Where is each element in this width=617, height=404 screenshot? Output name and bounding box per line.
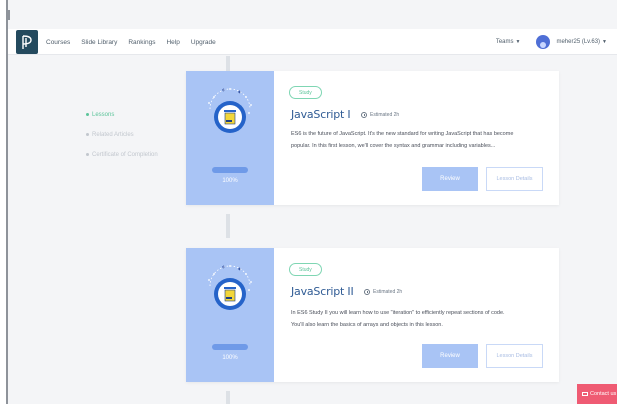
lesson-badge-icon: ◆ ◆ — [208, 87, 252, 133]
lesson-description-line: popular. In this first lesson, we'll cov… — [291, 143, 496, 149]
bullet-icon — [86, 132, 89, 136]
timeline-connector — [226, 56, 230, 71]
chevron-down-icon: ▼ — [602, 39, 607, 45]
user-label: meher25 (Lv.63) — [556, 39, 601, 45]
lesson-badge-panel: ◆ ◆ 100% — [186, 71, 274, 205]
lesson-card: ◆ ◆ 100% Study JavaScript I Estimated 2h… — [186, 71, 559, 205]
progress-label: 100% — [222, 178, 238, 184]
timeline-connector — [226, 391, 230, 404]
bullet-icon — [86, 152, 89, 156]
teams-label: Teams — [495, 39, 514, 45]
estimated-time-label: Estimated 2h — [370, 112, 400, 118]
estimated-time: Estimated 2h — [364, 289, 402, 295]
svg-text:◆: ◆ — [222, 264, 226, 269]
lesson-title[interactable]: JavaScript II — [291, 285, 354, 298]
mail-icon — [582, 392, 588, 396]
side-menu-label: Certificate of Completion — [92, 152, 158, 158]
nav-link-upgrade[interactable]: Upgrade — [191, 39, 216, 46]
nav-links: Courses Slide Library Rankings Help Upgr… — [46, 29, 216, 55]
nav-right: Teams ▼ meher25 (Lv.63) ▼ — [496, 29, 607, 55]
estimated-time: Estimated 2h — [361, 112, 399, 118]
top-nav: Courses Slide Library Rankings Help Upgr… — [8, 29, 617, 55]
review-button[interactable]: Review — [422, 167, 478, 191]
window-edge-stub — [8, 10, 10, 20]
progress-bar — [212, 167, 248, 173]
lesson-card: ◆ ◆ 100% Study JavaScript II Estimated 2… — [186, 248, 559, 382]
side-menu-related-articles[interactable]: Related Articles — [86, 132, 158, 138]
side-menu-certificate[interactable]: Certificate of Completion — [86, 152, 158, 158]
lesson-description-line: ES6 is the future of JavaScript. It's th… — [291, 131, 514, 137]
estimated-time-label: Estimated 2h — [373, 289, 403, 295]
logo-icon[interactable] — [16, 30, 38, 54]
lesson-description: In ES6 Study II you will learn how to us… — [291, 307, 546, 331]
lesson-badge-panel: ◆ ◆ 100% — [186, 248, 274, 382]
svg-text:◆: ◆ — [238, 266, 242, 271]
progress-bar — [212, 344, 248, 350]
avatar-icon[interactable] — [536, 35, 551, 49]
user-menu[interactable]: meher25 (Lv.63) ▼ — [556, 39, 607, 45]
svg-text:◆: ◆ — [238, 89, 242, 94]
clock-icon — [364, 289, 370, 295]
bullet-icon — [86, 112, 89, 116]
lesson-description-line: You'll also learn the basics of arrays a… — [291, 322, 443, 328]
lesson-title[interactable]: JavaScript I — [291, 108, 351, 121]
nav-link-slide-library[interactable]: Slide Library — [81, 39, 117, 46]
nav-link-courses[interactable]: Courses — [46, 39, 70, 46]
side-menu-lessons[interactable]: Lessons — [86, 112, 158, 118]
contact-us-button[interactable]: Contact us — [577, 384, 617, 404]
study-tag: Study — [289, 86, 322, 99]
contact-us-label: Contact us — [590, 391, 617, 397]
progress-label: 100% — [222, 355, 238, 361]
lesson-description-line: In ES6 Study II you will learn how to us… — [291, 310, 505, 316]
timeline-connector — [226, 214, 230, 238]
window-edge — [0, 0, 8, 404]
teams-menu[interactable]: Teams ▼ — [496, 39, 521, 45]
side-menu-label: Related Articles — [92, 132, 134, 138]
nav-link-rankings[interactable]: Rankings — [128, 39, 155, 46]
chevron-down-icon: ▼ — [515, 39, 521, 45]
lesson-description: ES6 is the future of JavaScript. It's th… — [291, 128, 546, 152]
lesson-details-button[interactable]: Lesson Details — [486, 344, 543, 368]
lesson-details-button[interactable]: Lesson Details — [486, 167, 543, 191]
clock-icon — [361, 112, 367, 118]
review-button[interactable]: Review — [422, 344, 478, 368]
study-tag: Study — [289, 263, 322, 276]
lesson-side-menu: Lessons Related Articles Certificate of … — [86, 112, 158, 172]
svg-text:◆: ◆ — [222, 87, 226, 92]
nav-link-help[interactable]: Help — [166, 39, 179, 46]
side-menu-label: Lessons — [92, 112, 115, 118]
lesson-badge-icon: ◆ ◆ — [208, 264, 252, 310]
